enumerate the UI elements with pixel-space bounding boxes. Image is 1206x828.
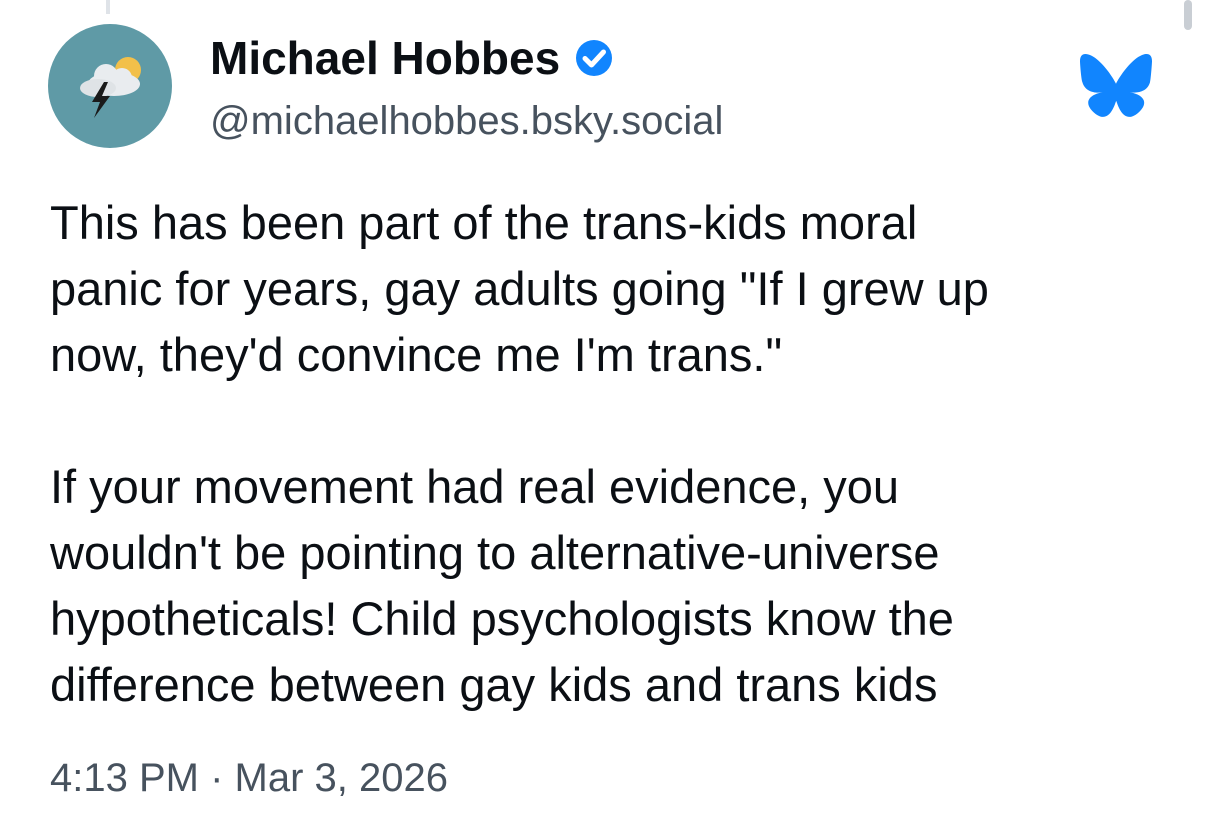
post-timestamp[interactable]: 4:13 PM · Mar 3, 2026 bbox=[50, 752, 448, 804]
storm-cloud-avatar-icon bbox=[80, 57, 141, 118]
author-handle[interactable]: @michaelhobbes.bsky.social bbox=[210, 97, 723, 145]
post-text-line: difference between gay kids and trans ki… bbox=[50, 658, 938, 711]
post-text-line: If your movement had real evidence, you bbox=[50, 460, 900, 513]
post-text-line: now, they'd convince me I'm trans." bbox=[50, 328, 783, 381]
author-display-name[interactable]: Michael Hobbes bbox=[210, 30, 560, 86]
post-text-line: This has been part of the trans-kids mor… bbox=[50, 196, 918, 249]
verified-badge-icon bbox=[576, 40, 613, 76]
thread-connector-line bbox=[106, 0, 110, 14]
scrollbar[interactable] bbox=[1184, 0, 1192, 30]
post-text-line: wouldn't be pointing to alternative-univ… bbox=[50, 526, 940, 579]
avatar[interactable] bbox=[48, 24, 172, 148]
bluesky-butterfly-icon[interactable] bbox=[1080, 54, 1152, 118]
post-text-line: hypotheticals! Child psychologists know … bbox=[50, 592, 954, 645]
post-body: This has been part of the trans-kids mor… bbox=[50, 190, 1170, 718]
author-display-name-row[interactable]: Michael Hobbes bbox=[210, 30, 614, 86]
post-text-line: panic for years, gay adults going "If I … bbox=[50, 262, 989, 315]
